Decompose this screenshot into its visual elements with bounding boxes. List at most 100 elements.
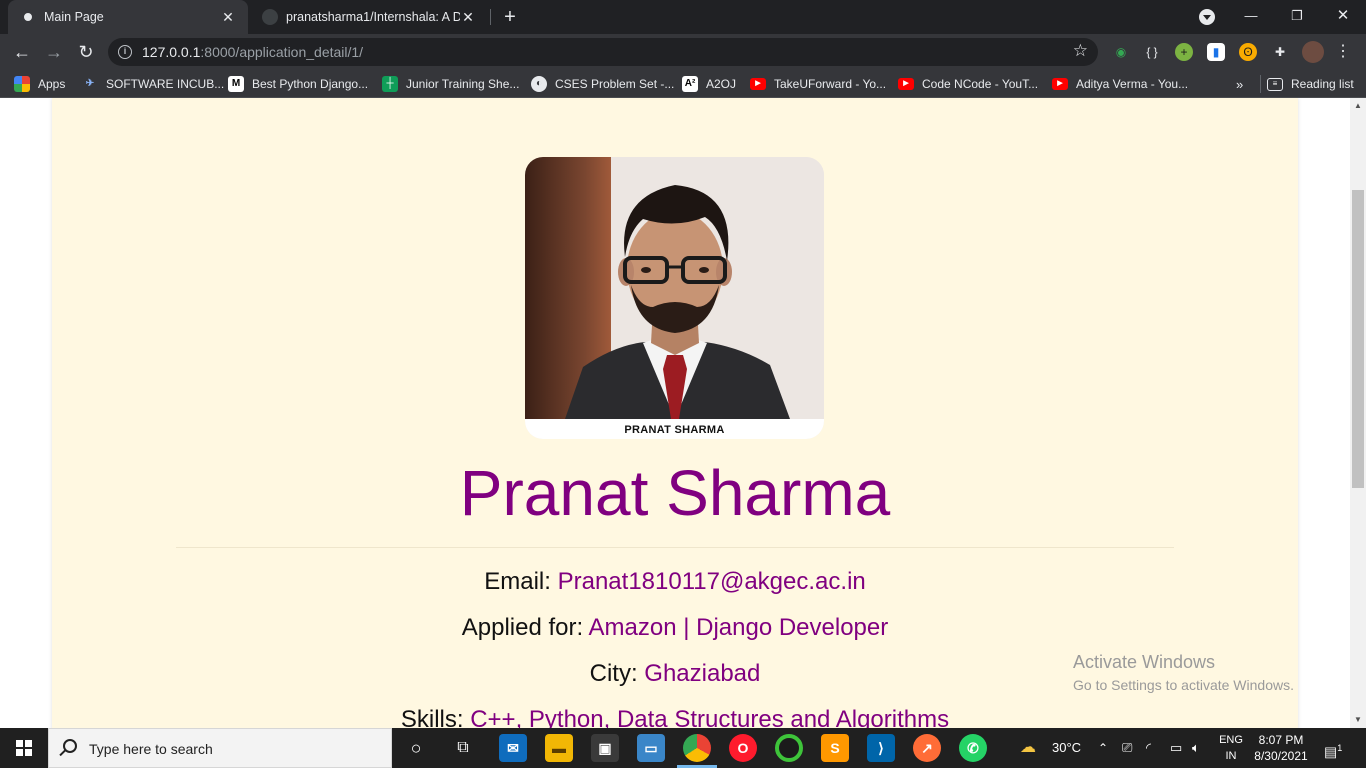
back-button[interactable]: ← [8,38,36,66]
skills-row: Skills: C++, Python, Data Structures and… [52,706,1298,728]
restore-button[interactable]: ❐ [1274,0,1320,34]
url-text: 127.0.0.1:8000/application_detail/1/ [142,44,364,60]
youtube-icon: ▶ [750,78,766,90]
wifi-icon[interactable]: ◜ [1146,728,1151,768]
email-label: Email: [484,568,551,595]
youtube-icon: ▶ [1052,78,1068,90]
input-language[interactable]: ENG IN [1216,732,1246,764]
bookmark-junior-training-sheet[interactable]: ┼ Junior Training She... [382,75,519,93]
applied-value: Amazon | Django Developer [588,614,889,641]
apps-grid-icon [14,76,30,92]
notification-center-icon[interactable]: ▤1 [1324,728,1342,768]
youtube-icon: ▶ [898,78,914,90]
close-window-button[interactable]: ✕ [1320,0,1366,34]
skills-value: C++, Python, Data Structures and Algorit… [470,706,950,728]
bookmark-star-icon[interactable]: ☆ [1073,41,1088,61]
search-placeholder: Type here to search [89,741,213,757]
bookmark-cses-problem-set[interactable]: ◐ CSES Problem Set -... [531,75,674,93]
address-bar[interactable]: i 127.0.0.1:8000/application_detail/1/ ☆ [108,38,1098,66]
reading-list-label: Reading list [1291,77,1354,91]
bookmarks-bar: Apps ✈ SOFTWARE INCUB... M Best Python D… [0,70,1366,98]
menu-kebab-icon[interactable]: ⋮ [1334,43,1352,61]
applicant-name: Pranat Sharma [459,457,891,529]
activate-windows-watermark: Activate Windows Go to Settings to activ… [1073,652,1294,693]
json-extension-icon[interactable]: { } [1143,43,1161,61]
region-code: IN [1225,750,1237,762]
globe-icon [20,9,36,25]
flag-extension-icon[interactable]: ▮ [1207,43,1225,61]
tab-github[interactable]: pranatsharma1/Internshala: A Dj ✕ [250,0,488,34]
bookmark-takeuforward[interactable]: ▶ TakeUForward - Yo... [750,75,886,93]
task-view-icon[interactable]: ⧉ [449,734,477,762]
sublime-text-icon[interactable]: S [821,734,849,762]
person-portrait [565,185,790,419]
watermark-title: Activate Windows [1073,652,1216,672]
meet-now-icon[interactable]: ⎚ [1122,728,1132,768]
bookmark-aditya-verma[interactable]: ▶ Aditya Verma - You... [1052,75,1188,93]
opera-icon[interactable]: O [729,734,757,762]
close-tab-icon[interactable]: ✕ [460,9,476,26]
bookmark-label: Best Python Django... [252,77,369,91]
weather-icon[interactable]: ☁ [1020,728,1036,768]
tab-search-icon[interactable] [1199,9,1215,25]
close-tab-icon[interactable]: ✕ [220,9,236,26]
this-pc-icon[interactable]: ▭ [637,734,665,762]
scroll-down-arrow-icon[interactable]: ▼ [1350,712,1366,728]
whatsapp-icon[interactable]: ✆ [959,734,987,762]
search-icon [63,739,77,753]
windows-logo-icon [16,740,32,756]
show-hidden-icons-chevron-icon[interactable]: ⌃ [1098,728,1108,768]
bookmark-label: Aditya Verma - You... [1076,77,1189,91]
extensions-puzzle-icon[interactable]: ✚ [1271,43,1289,61]
postman-icon[interactable]: ↗ [913,734,941,762]
bookmark-label: Junior Training She... [406,77,520,91]
clock-date: 8/30/2021 [1254,749,1308,763]
plus-extension-icon[interactable]: + [1175,43,1193,61]
bookmark-software-incubator[interactable]: ✈ SOFTWARE INCUB... [82,75,224,93]
new-tab-button[interactable]: + [500,5,520,29]
skills-label: Skills: [400,706,464,728]
scrollbar-thumb[interactable] [1352,190,1364,488]
city-label: City: [589,660,638,687]
extension-eye-icon[interactable]: ◉ [1112,43,1130,61]
divider [176,547,1174,548]
forward-button[interactable]: → [40,38,68,66]
site-info-icon[interactable]: i [118,45,132,59]
browser-toolbar: ← → ↻ i 127.0.0.1:8000/application_detai… [0,34,1366,70]
cortana-icon[interactable]: ○ [402,734,430,762]
reading-list-button[interactable]: ≡ Reading list [1267,75,1354,93]
bookmark-a2oj[interactable]: A² A2OJ [682,75,736,93]
bookmarks-divider [1260,75,1261,93]
globe-icon: ◐ [531,76,547,92]
github-icon [262,9,278,25]
minimize-button[interactable]: — [1228,0,1274,34]
mail-icon[interactable]: ✉ [499,734,527,762]
tab-divider [490,9,491,25]
taskbar-clock[interactable]: 8:07 PM 8/30/2021 [1248,732,1314,764]
page-scrollbar[interactable]: ▲ ▼ [1350,98,1366,728]
owl-extension-icon[interactable]: ʘ [1239,43,1257,61]
tab-title: Main Page [44,10,104,24]
start-button[interactable] [0,728,48,768]
profile-avatar[interactable] [1302,41,1324,63]
file-explorer-icon[interactable]: ▬ [545,734,573,762]
software-incubator-icon: ✈ [82,76,98,92]
cycle-app-icon[interactable] [775,734,803,762]
store-icon[interactable]: ▣ [591,734,619,762]
weather-temperature[interactable]: 30°C [1052,728,1081,768]
a2oj-icon: A² [682,76,698,92]
taskbar-search-box[interactable]: Type here to search [48,728,392,768]
tab-main-page[interactable]: Main Page ✕ [8,0,248,34]
more-bookmarks-button[interactable]: » [1236,75,1243,93]
volume-icon[interactable]: 🔈︎ [1192,728,1200,768]
chrome-icon[interactable] [683,734,711,762]
bookmark-label: SOFTWARE INCUB... [106,77,225,91]
reading-list-icon: ≡ [1267,77,1283,91]
bookmark-best-python-django[interactable]: M Best Python Django... [228,75,368,93]
battery-icon[interactable]: ▭ [1170,728,1182,768]
bookmark-code-ncode[interactable]: ▶ Code NCode - YouT... [898,75,1038,93]
vscode-icon[interactable]: ⟩ [867,734,895,762]
scroll-up-arrow-icon[interactable]: ▲ [1350,98,1366,114]
reload-button[interactable]: ↻ [72,38,100,66]
bookmark-apps[interactable]: Apps [14,75,65,93]
